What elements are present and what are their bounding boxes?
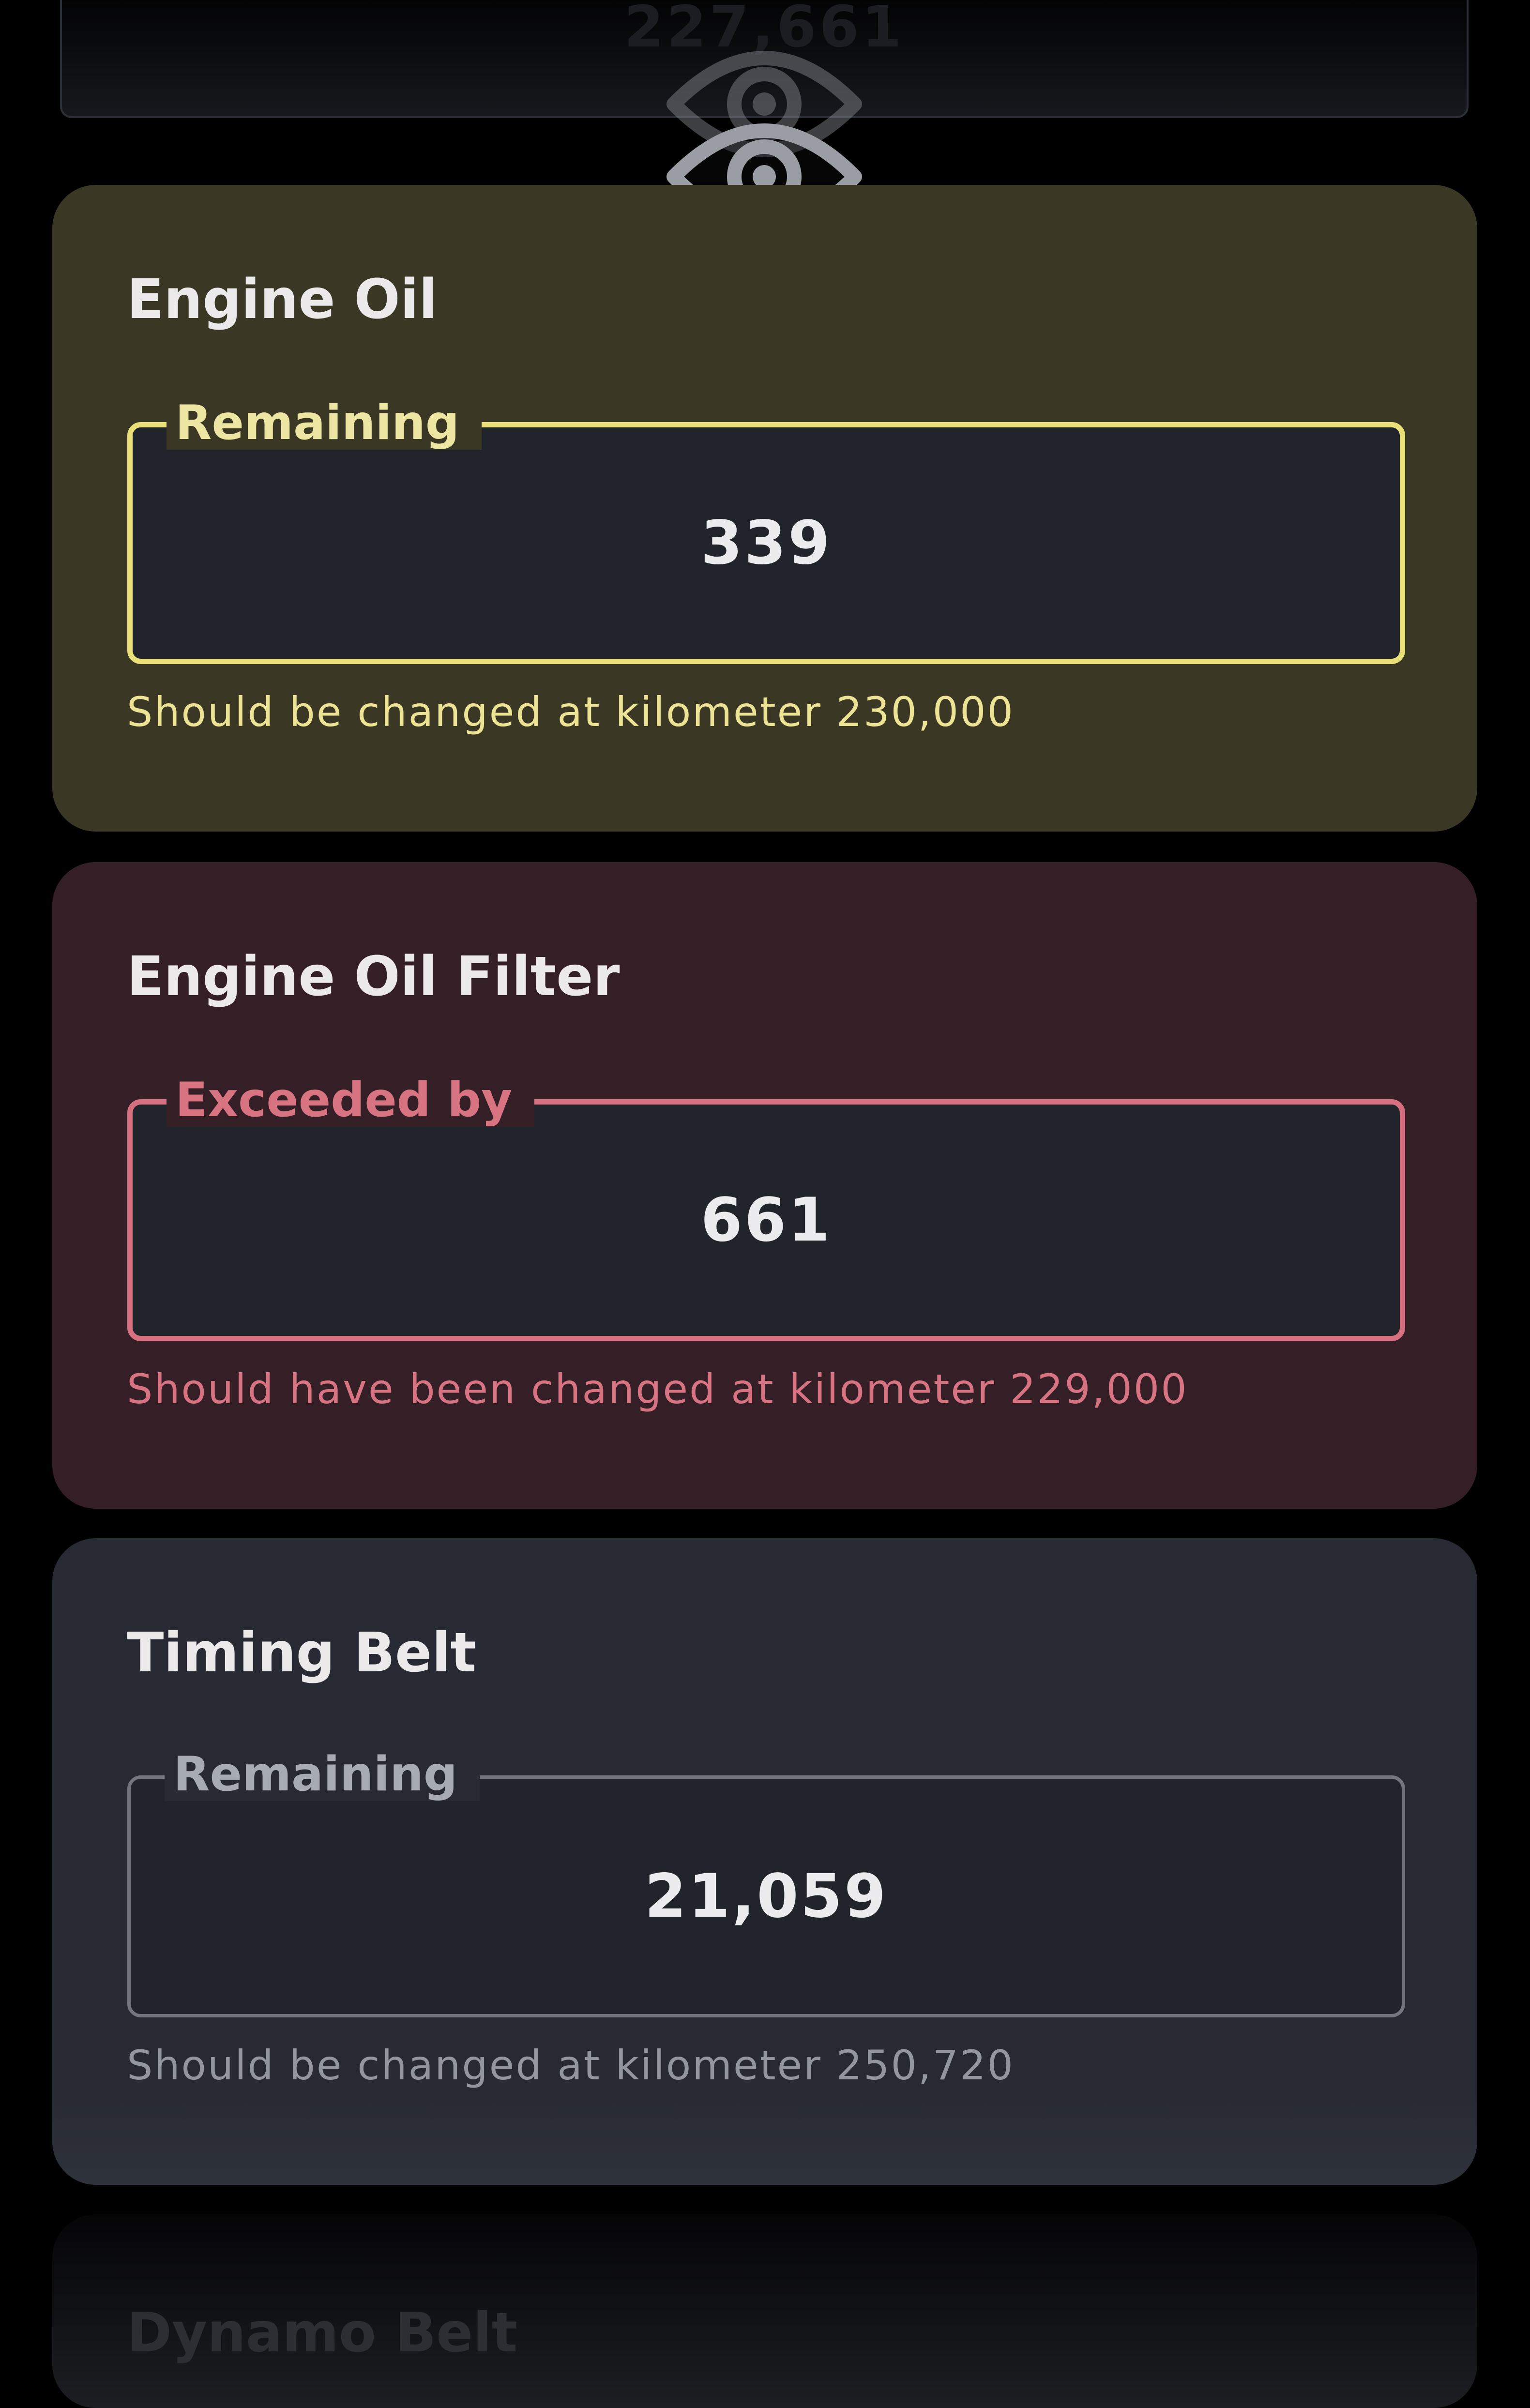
field-value: 339 bbox=[700, 508, 832, 578]
helper-text: Should have been changed at kilometer 22… bbox=[127, 1365, 1188, 1413]
remaining-field: Remaining 21,059 bbox=[127, 1748, 1405, 2017]
helper-text: Should be changed at kilometer 230,000 bbox=[127, 688, 1015, 736]
remaining-field: Remaining 339 bbox=[127, 396, 1405, 664]
helper-text: Should be changed at kilometer 250,720 bbox=[127, 2042, 1015, 2089]
field-value: 661 bbox=[700, 1185, 832, 1255]
maintenance-card-engine-oil[interactable]: Engine Oil Remaining 339 Should be chang… bbox=[52, 185, 1477, 832]
card-title: Engine Oil Filter bbox=[127, 945, 620, 1008]
exceeded-field: Exceeded by 661 bbox=[127, 1074, 1405, 1341]
card-title: Timing Belt bbox=[127, 1621, 477, 1684]
next-card[interactable]: Dynamo Belt bbox=[52, 2214, 1477, 2408]
maintenance-card-engine-oil-filter[interactable]: Engine Oil Filter Exceeded by 661 Should… bbox=[52, 862, 1477, 1509]
card-title: Dynamo Belt bbox=[127, 2302, 518, 2364]
field-value: 21,059 bbox=[644, 1862, 888, 1931]
card-title: Engine Oil bbox=[127, 268, 438, 331]
maintenance-card-timing-belt[interactable]: Timing Belt Remaining 21,059 Should be c… bbox=[52, 1538, 1477, 2185]
